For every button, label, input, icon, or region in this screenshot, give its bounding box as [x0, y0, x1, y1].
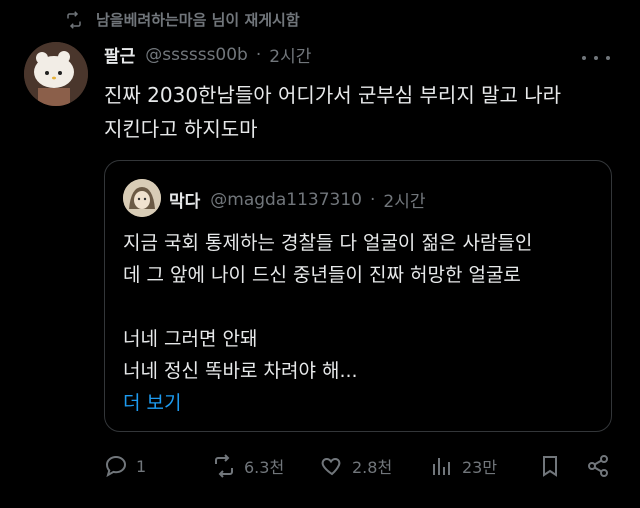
- repost-icon: [215, 454, 233, 478]
- quote-avatar[interactable]: [123, 179, 161, 217]
- more-icon: [582, 56, 586, 60]
- quote-line: 너네 그러면 안돼: [123, 328, 258, 350]
- avatar-image: [24, 42, 88, 106]
- repost-count: 6.3천: [244, 458, 285, 477]
- tweet-line: 지킨다고 하지도마: [104, 117, 258, 141]
- show-more-link[interactable]: 더 보기: [123, 387, 593, 419]
- bookmark-button[interactable]: [538, 454, 570, 478]
- quote-line: 데 그 앞에 나이 드신 중년들이 진짜 허망한 얼굴로: [123, 264, 521, 286]
- repost-icon: [67, 10, 81, 29]
- more-button[interactable]: [582, 48, 610, 68]
- timestamp[interactable]: 2시간: [269, 42, 311, 67]
- quote-avatar-image: [123, 179, 161, 217]
- action-bar: 1 6.3천 2.8천 23만: [104, 448, 624, 488]
- tweet-text: 진짜 2030한남들아 어디가서 군부심 부리지 말고 나라 지킨다고 하지도마: [104, 78, 614, 146]
- bookmark-icon: [543, 456, 557, 477]
- repost-indicator[interactable]: 남을베려하는마음 님이 재게시함: [64, 9, 300, 30]
- repost-text: 남을베려하는마음 님이 재게시함: [96, 11, 300, 29]
- quote-header: 막다 @magda1137310 · 2시간: [169, 187, 426, 213]
- views-icon: [433, 458, 450, 475]
- like-icon: [321, 457, 341, 476]
- separator-dot: ·: [255, 44, 262, 65]
- separator-dot: ·: [369, 189, 376, 210]
- repost-button[interactable]: 6.3천: [212, 454, 284, 478]
- views-count: 23만: [462, 458, 498, 477]
- quote-timestamp[interactable]: 2시간: [383, 187, 425, 212]
- quote-line-blank: [123, 291, 593, 323]
- quote-author-handle[interactable]: @magda1137310: [210, 190, 362, 210]
- views-button[interactable]: 23만: [430, 454, 497, 478]
- share-button[interactable]: [586, 454, 618, 478]
- tweet-header: 팔근 @ssssss00b · 2시간: [104, 42, 311, 68]
- author-handle[interactable]: @ssssss00b: [145, 45, 248, 65]
- quote-line: 너네 정신 똑바로 차려야 해...: [123, 360, 358, 382]
- reply-icon: [105, 455, 127, 478]
- quote-line: 지금 국회 통제하는 경찰들 다 얼굴이 젊은 사람들인: [123, 232, 533, 254]
- quote-author-name[interactable]: 막다: [169, 187, 200, 212]
- tweet-line: 진짜 2030한남들아 어디가서 군부심 부리지 말고 나라: [104, 83, 562, 107]
- like-button[interactable]: 2.8천: [320, 454, 392, 478]
- author-name[interactable]: 팔근: [104, 42, 135, 67]
- reply-count: 1: [136, 456, 147, 476]
- quoted-tweet[interactable]: 막다 @magda1137310 · 2시간 지금 국회 통제하는 경찰들 다 …: [104, 160, 612, 432]
- avatar[interactable]: [24, 42, 88, 106]
- reply-button[interactable]: 1: [104, 454, 146, 478]
- quote-text: 지금 국회 통제하는 경찰들 다 얼굴이 젊은 사람들인 데 그 앞에 나이 드…: [123, 227, 593, 419]
- like-count: 2.8천: [352, 458, 393, 477]
- share-icon: [588, 455, 608, 477]
